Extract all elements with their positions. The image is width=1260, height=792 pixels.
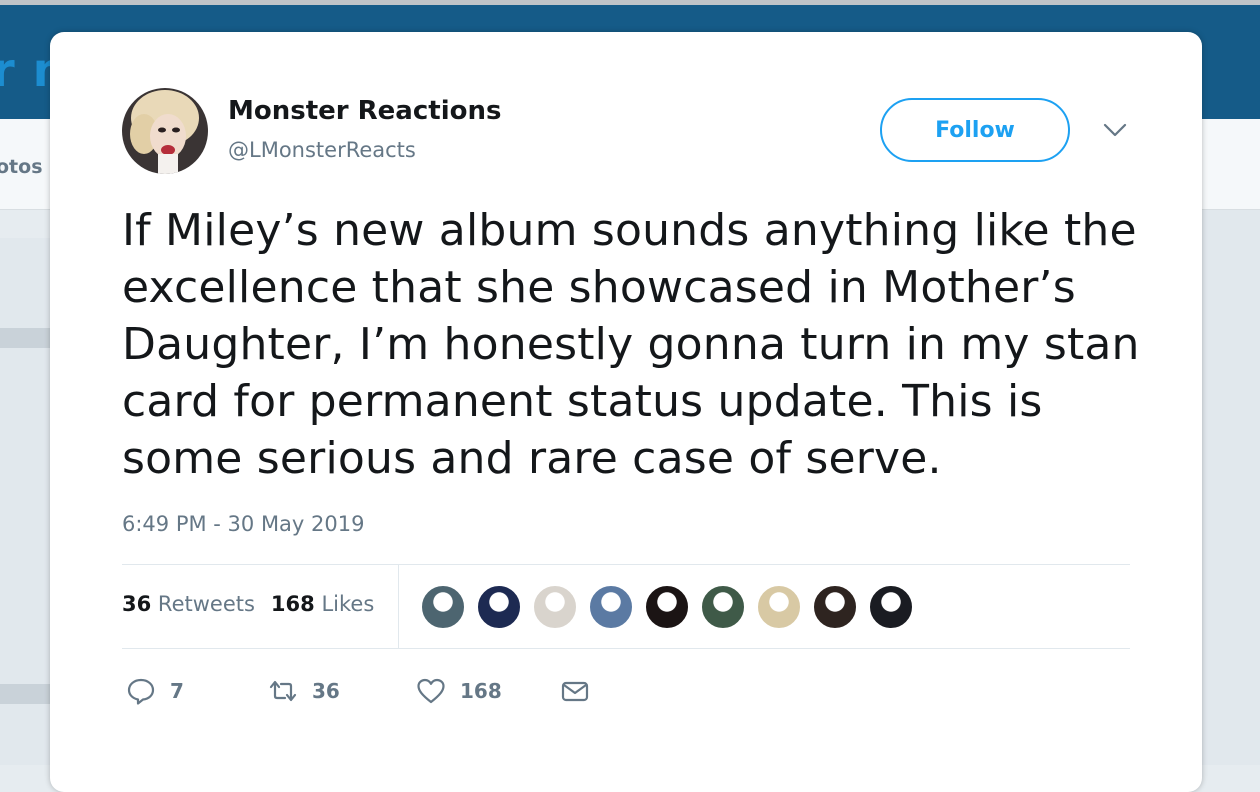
stats-divider <box>398 565 399 648</box>
direct-message-button[interactable] <box>560 676 590 706</box>
display-name[interactable]: Monster Reactions <box>228 96 501 126</box>
liker-avatar[interactable] <box>812 584 858 630</box>
divider <box>122 564 1130 565</box>
liker-avatar[interactable] <box>700 584 746 630</box>
liker-avatar[interactable] <box>588 584 634 630</box>
likes-count: 168 <box>270 592 315 616</box>
tweet-stats: 36 Retweets 168 Likes <box>122 592 374 616</box>
liker-avatar[interactable] <box>756 584 802 630</box>
heart-icon <box>417 678 445 704</box>
likes-label: Likes <box>321 592 375 616</box>
like-count: 168 <box>460 679 502 703</box>
reply-button[interactable]: 7 <box>126 676 184 706</box>
divider <box>122 648 1130 649</box>
retweet-button[interactable]: 36 <box>268 676 340 706</box>
likes-stat[interactable]: 168 Likes <box>271 592 374 616</box>
background-divider <box>0 684 50 704</box>
chevron-down-icon[interactable] <box>1102 120 1128 140</box>
retweets-stat[interactable]: 36 Retweets <box>122 592 255 616</box>
background-right-column <box>1202 210 1260 765</box>
liker-avatar[interactable] <box>644 584 690 630</box>
liker-avatar[interactable] <box>476 584 522 630</box>
reply-count: 7 <box>170 679 184 703</box>
user-handle[interactable]: @LMonsterReacts <box>228 138 416 162</box>
envelope-icon <box>561 681 589 702</box>
like-button[interactable]: 168 <box>416 676 502 706</box>
tweet-card: Monster Reactions @LMonsterReacts Follow… <box>50 32 1202 792</box>
retweet-icon <box>269 680 297 702</box>
liker-avatar[interactable] <box>532 584 578 630</box>
tweet-text: If Miley’s new album sounds anything lik… <box>122 205 1140 484</box>
profile-nav-photos-tab[interactable]: otos <box>0 156 43 178</box>
tweet-timestamp[interactable]: 6:49 PM - 30 May 2019 <box>122 512 364 536</box>
retweets-label: Retweets <box>157 592 255 616</box>
liker-avatar[interactable] <box>868 584 914 630</box>
retweet-count: 36 <box>312 679 340 703</box>
retweets-count: 36 <box>122 592 152 616</box>
follow-button[interactable]: Follow <box>880 98 1070 162</box>
liker-avatar[interactable] <box>420 584 466 630</box>
background-divider <box>0 328 50 348</box>
background-left-column <box>0 238 50 765</box>
reply-icon <box>127 678 155 705</box>
liker-avatars <box>420 584 924 630</box>
avatar[interactable] <box>122 88 208 174</box>
